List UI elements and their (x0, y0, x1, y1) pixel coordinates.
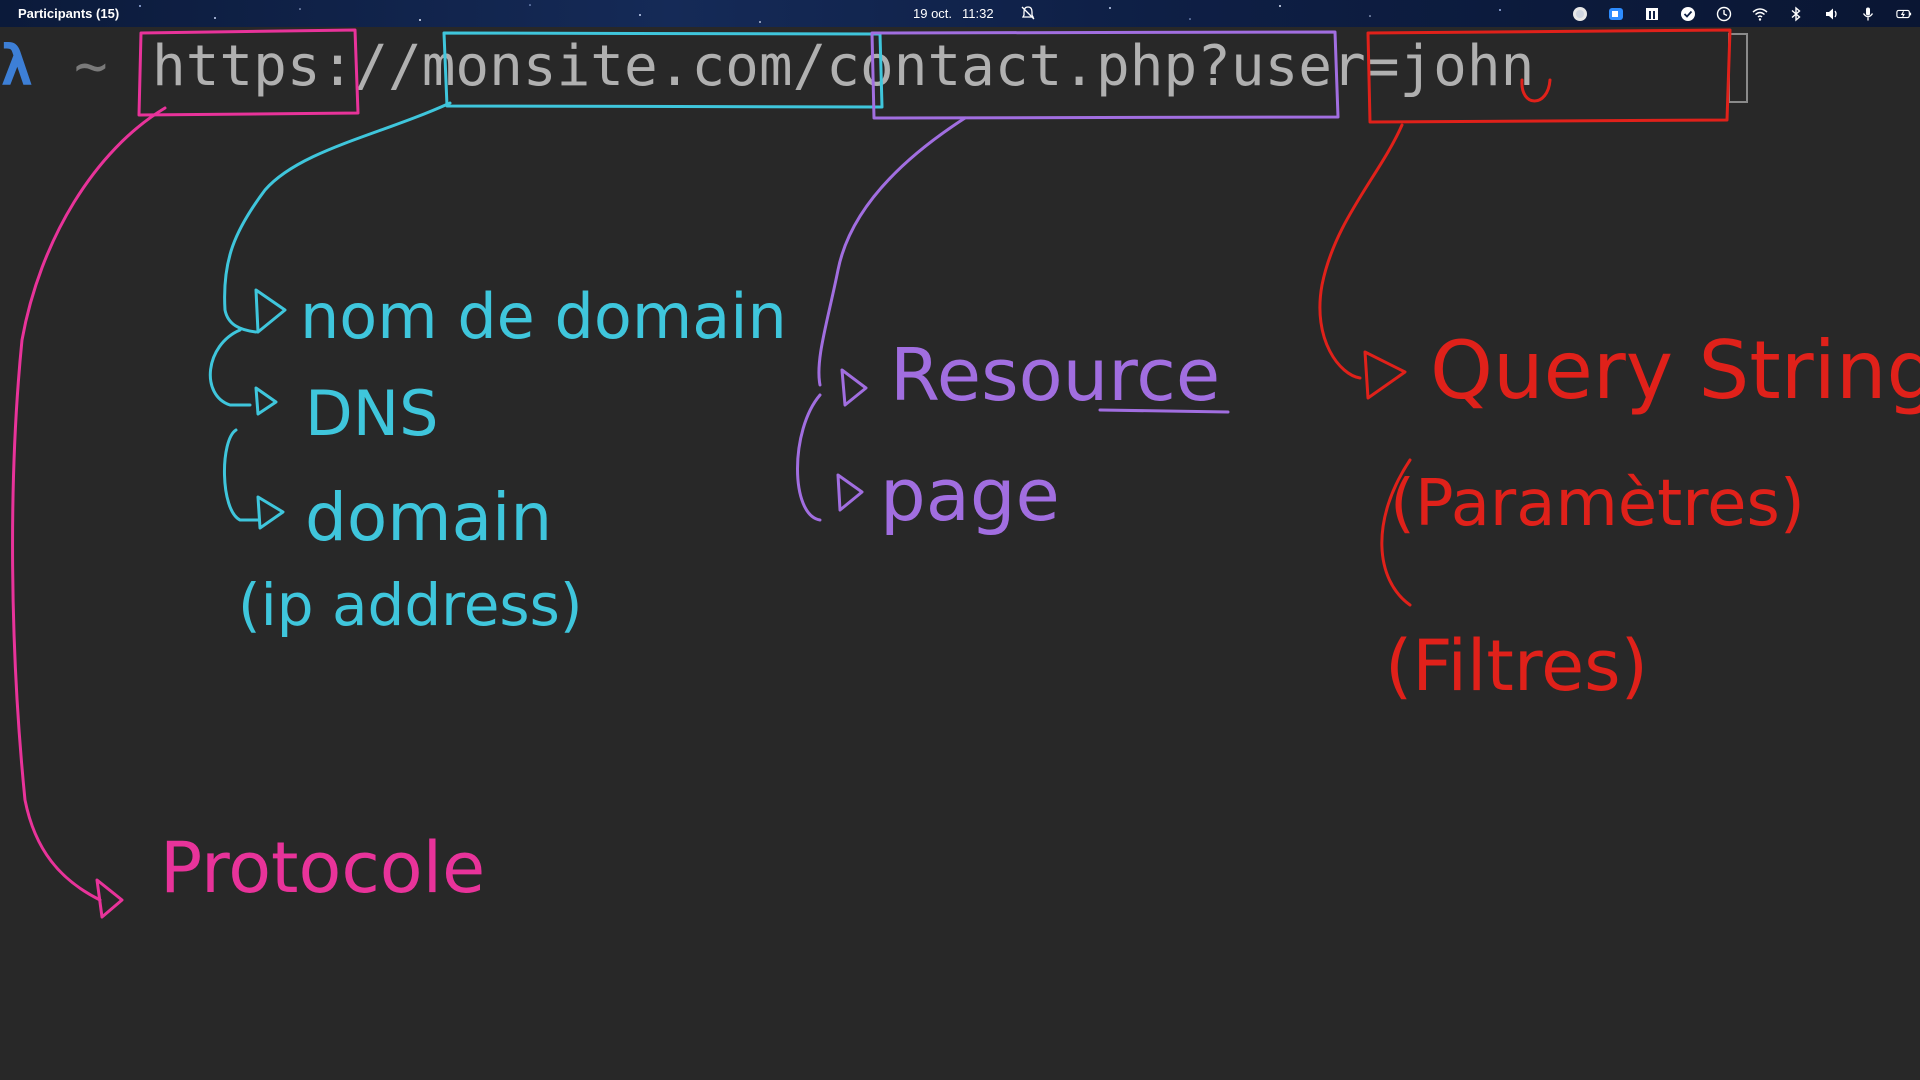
resource-box (870, 30, 1340, 120)
domain-arrow-head-1 (254, 288, 287, 334)
query-box (1366, 28, 1732, 124)
protocol-arrow-line (11, 106, 167, 902)
domain-bracket-1 (208, 328, 252, 407)
resource-arrow-head-1 (840, 368, 868, 407)
protocol-box (137, 28, 360, 117)
query-arrow-line (1318, 123, 1404, 380)
filters-label: (Filtres) (1385, 625, 1648, 707)
parameters-label: (Paramètres) (1390, 467, 1805, 541)
query-string-label: Query String (1430, 324, 1920, 417)
protocol-label: Protocole (160, 827, 485, 909)
query-underline-mark (1520, 78, 1552, 103)
domain-label: domain (305, 479, 552, 556)
resource-bracket (796, 393, 822, 522)
domain-arrow-head-2 (254, 386, 278, 416)
domain-arrow-head-3 (256, 495, 285, 530)
ip-address-label: (ip address) (238, 571, 583, 639)
page-label: page (880, 453, 1060, 537)
resource-label: Resource (890, 333, 1220, 417)
drawing-annotations-layer: Protocole nom de domain DNS domain (ip a… (11, 28, 1920, 919)
domain-box (442, 31, 884, 109)
query-arrow-head (1363, 350, 1407, 400)
resource-arrow-head-2 (836, 473, 864, 512)
domain-name-label: nom de domain (300, 280, 787, 353)
dns-label: DNS (305, 377, 438, 450)
protocol-arrow-head (95, 878, 124, 919)
domain-bracket-2 (222, 428, 260, 522)
